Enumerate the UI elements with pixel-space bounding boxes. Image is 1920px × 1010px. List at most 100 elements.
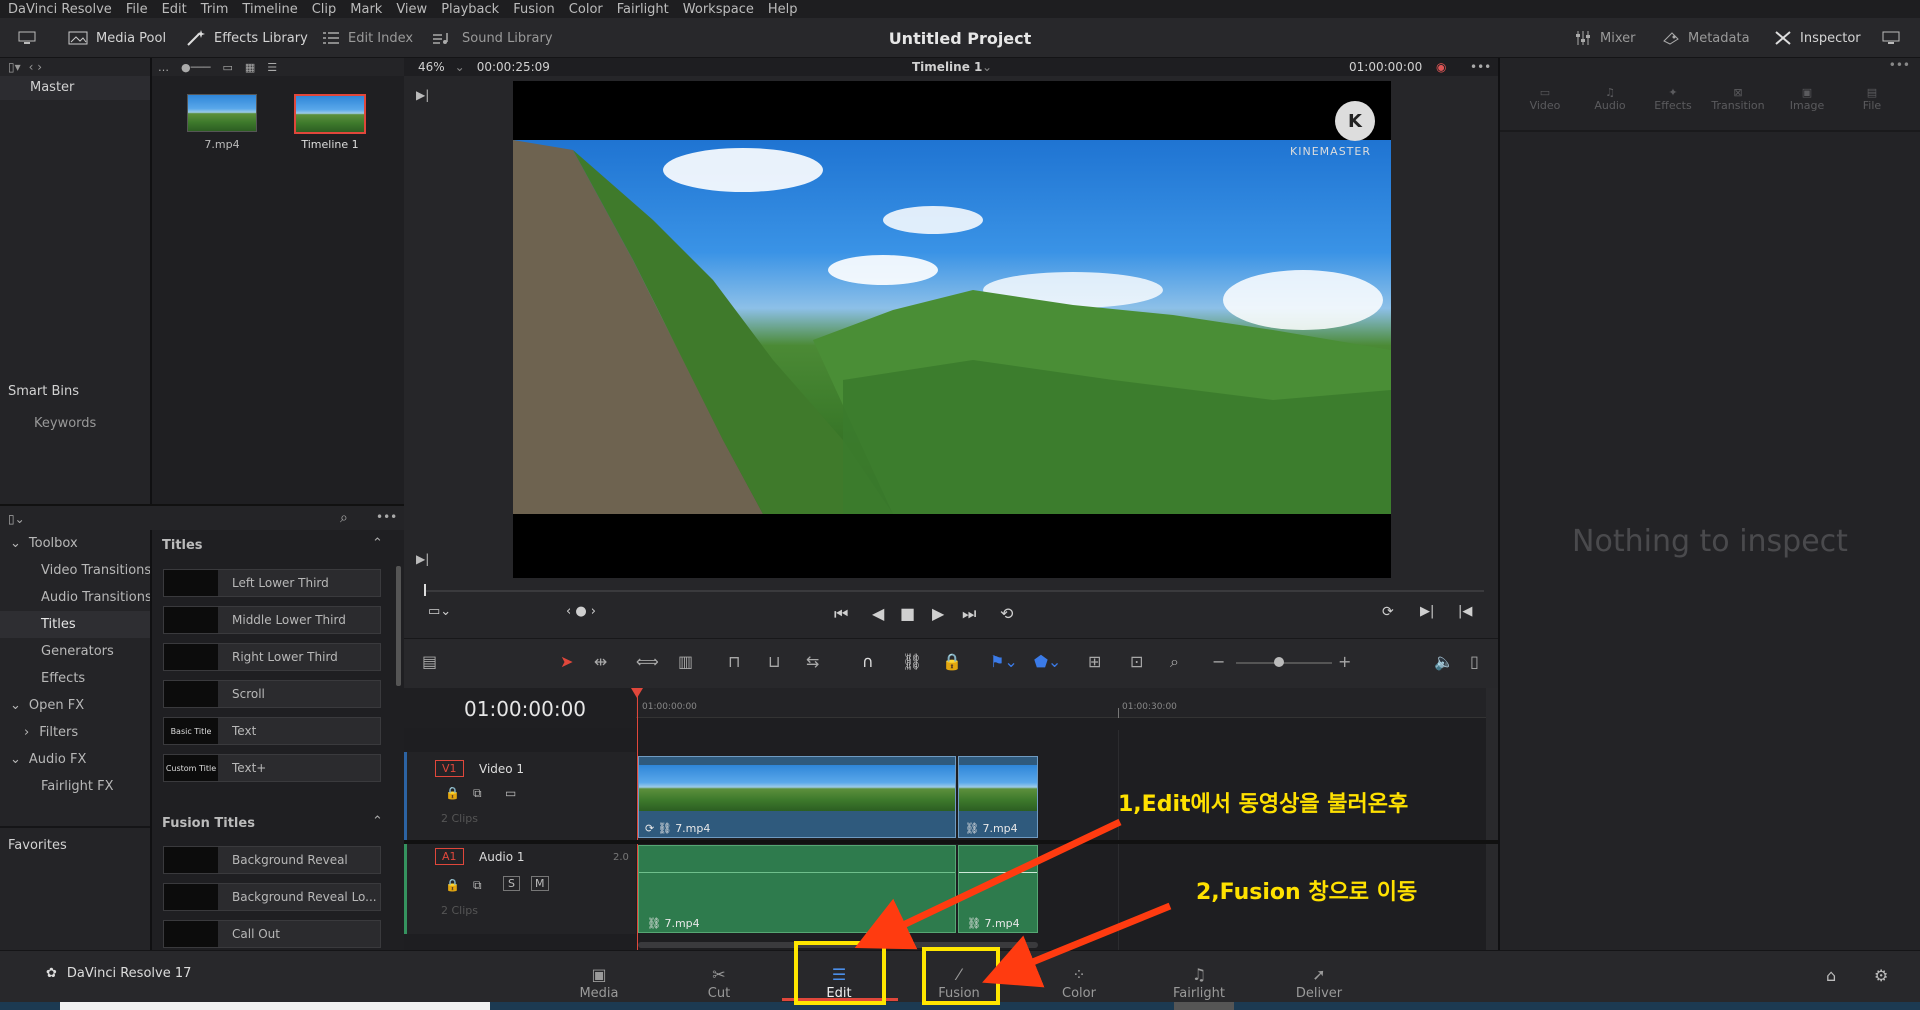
effects-scrollbar[interactable] [396,566,401,686]
mute-button[interactable]: M [531,876,549,891]
zoom-level[interactable]: 46% [418,60,445,74]
audio-track-id[interactable]: A1 [435,848,464,865]
title-left-lower-third[interactable]: Left Lower Third [163,569,381,597]
audio-meter-icon[interactable]: ▯ [1470,652,1479,671]
auto-select-icon[interactable]: ⧉ [473,786,482,801]
match-frame-icon[interactable]: ⟳ [1382,604,1394,620]
zoom-in-icon[interactable]: + [1338,652,1351,671]
menu-edit[interactable]: Edit [162,2,187,17]
effects-panel-layout-icon[interactable]: ▯⌄ [8,512,25,526]
inspector-tab-transition[interactable]: ⊠ Transition [1708,86,1768,128]
inspector-tab-effects[interactable]: ✦ Effects [1643,86,1703,128]
zoom-slider-handle[interactable] [1274,657,1284,667]
menu-app[interactable]: DaVinci Resolve [8,2,112,17]
loop-icon[interactable]: ⟲ [1000,604,1013,623]
page-tab-media[interactable]: ▣ Media [564,955,634,1001]
zoom-out-icon[interactable]: − [1212,652,1225,671]
title-text[interactable]: Basic Title Text [163,717,381,745]
metadata-view-icon[interactable]: ▭ [222,61,232,74]
menu-help[interactable]: Help [768,2,798,17]
keywords-bin[interactable]: Keywords [34,416,96,431]
timeline-dropdown-icon[interactable]: ⌄ [982,60,992,74]
timeline-selector[interactable]: Timeline 1 [912,60,982,74]
title-right-lower-third[interactable]: Right Lower Third [163,643,381,671]
audio-clip-1[interactable]: ⛓ 7.mp4 [638,845,956,933]
menu-color[interactable]: Color [569,2,603,17]
audio-track-name[interactable]: Audio 1 [479,850,525,864]
next-clip-icon[interactable]: ▶| [416,552,429,566]
go-to-start-icon[interactable]: ⏮ [834,604,848,624]
video-track-name[interactable]: Video 1 [479,762,524,776]
zoom-detail-icon[interactable]: ⊡ [1130,652,1143,671]
audio-level-icon[interactable]: 🔈 [1434,652,1454,671]
tree-toolbox[interactable]: ⌄ Toolbox [0,530,152,557]
inspector-tab-file[interactable]: ▤ File [1842,86,1902,128]
fullscreen-icon[interactable] [1882,18,1900,58]
menu-timeline[interactable]: Timeline [242,2,297,17]
solo-button[interactable]: S [503,876,520,891]
title-text-plus[interactable]: Custom Title Text+ [163,754,381,782]
title-middle-lower-third[interactable]: Middle Lower Third [163,606,381,634]
playhead-head-icon[interactable] [631,688,643,698]
zoom-slider[interactable] [1236,657,1332,667]
timeline-thumbnail[interactable] [294,94,366,134]
audio-clip-2[interactable]: ⛓ 7.mp4 [958,845,1038,933]
menu-fairlight[interactable]: Fairlight [617,2,669,17]
home-icon[interactable]: ⌂ [1826,966,1836,985]
thumbnail-view-icon[interactable]: ▦ [245,61,255,74]
viewer-frame-icon[interactable]: ▭⌄ [428,604,451,619]
blade-tool-icon[interactable]: ▥ [678,652,693,671]
tree-audio-transitions[interactable]: Audio Transitions [0,584,152,611]
menu-playback[interactable]: Playback [441,2,499,17]
timeline-v-scrollbar[interactable] [1486,688,1498,950]
track-lock-icon[interactable]: 🔒 [445,878,460,892]
inspector-button[interactable]: Inspector [1774,18,1861,58]
mixer-button[interactable]: Mixer [1574,18,1635,58]
nav-arrows-icon[interactable]: ‹ › [29,60,42,74]
page-tab-cut[interactable]: ✂ Cut [684,955,754,1001]
viewer-options-icon[interactable]: ••• [1470,60,1491,74]
fusion-title-background-reveal-lower[interactable]: Background Reveal Lo... [163,883,381,911]
inspector-options-icon[interactable]: ••• [1500,58,1920,76]
video-clip-2[interactable]: ⛓ 7.mp4 [958,756,1038,838]
auto-select-icon[interactable]: ⧉ [473,878,482,893]
scrubber-bar[interactable] [404,578,1498,604]
flag-icon[interactable]: ⚑⌄ [990,652,1018,671]
fusion-title-background-reveal[interactable]: Background Reveal [163,846,381,874]
reverse-icon[interactable]: ◀ [872,604,884,623]
effects-options-icon[interactable]: ••• [376,510,397,524]
more-icon[interactable]: … [158,61,169,74]
settings-gear-icon[interactable]: ⚙ [1874,966,1888,985]
marker-icon[interactable]: ⬟⌄ [1034,652,1061,671]
monitor-icon[interactable] [18,18,36,58]
bin-master[interactable]: Master [0,76,150,100]
fusion-title-call-out[interactable]: Call Out [163,920,381,948]
tree-video-transitions[interactable]: Video Transitions [0,557,152,584]
collapse-fusion-titles-icon[interactable]: ⌃ [372,814,383,829]
timeline-view-options-icon[interactable]: ▤ [422,652,437,671]
menu-file[interactable]: File [126,2,148,17]
tree-titles[interactable]: Titles [0,611,152,638]
metadata-button[interactable]: Metadata [1662,18,1750,58]
collapse-titles-icon[interactable]: ⌃ [372,536,383,551]
selection-tool-icon[interactable]: ➤ [560,652,573,671]
media-clip-thumbnail[interactable] [187,94,257,132]
panel-layout-icon[interactable]: ▯▾ [8,60,21,74]
trim-tool-icon[interactable]: ⇹ [594,652,607,671]
video-clip-1[interactable]: ⟳ ⛓ 7.mp4 [638,756,956,838]
replace-clip-icon[interactable]: ⇆ [806,652,819,671]
snapping-icon[interactable]: ∩ [862,652,874,671]
menu-clip[interactable]: Clip [312,2,337,17]
zoom-dropdown-icon[interactable]: ⌄ [455,60,465,74]
jog-control[interactable]: ‹ ● › [566,604,596,619]
tree-fairlight-fx[interactable]: Fairlight FX [0,773,152,800]
insert-clip-icon[interactable]: ⊓ [728,652,740,671]
edit-index-button[interactable]: Edit Index [322,18,413,58]
menu-workspace[interactable]: Workspace [683,2,754,17]
video-frame[interactable]: K KINEMASTER [513,81,1391,578]
thumbnail-size-slider[interactable]: ●─── [181,61,210,74]
timeline-ruler[interactable]: 01:00:00:00 01:00:30:00 [636,688,1486,718]
tree-open-fx[interactable]: ⌄ Open FX [0,692,152,719]
menu-mark[interactable]: Mark [350,2,382,17]
media-pool-button[interactable]: Media Pool [68,18,166,58]
